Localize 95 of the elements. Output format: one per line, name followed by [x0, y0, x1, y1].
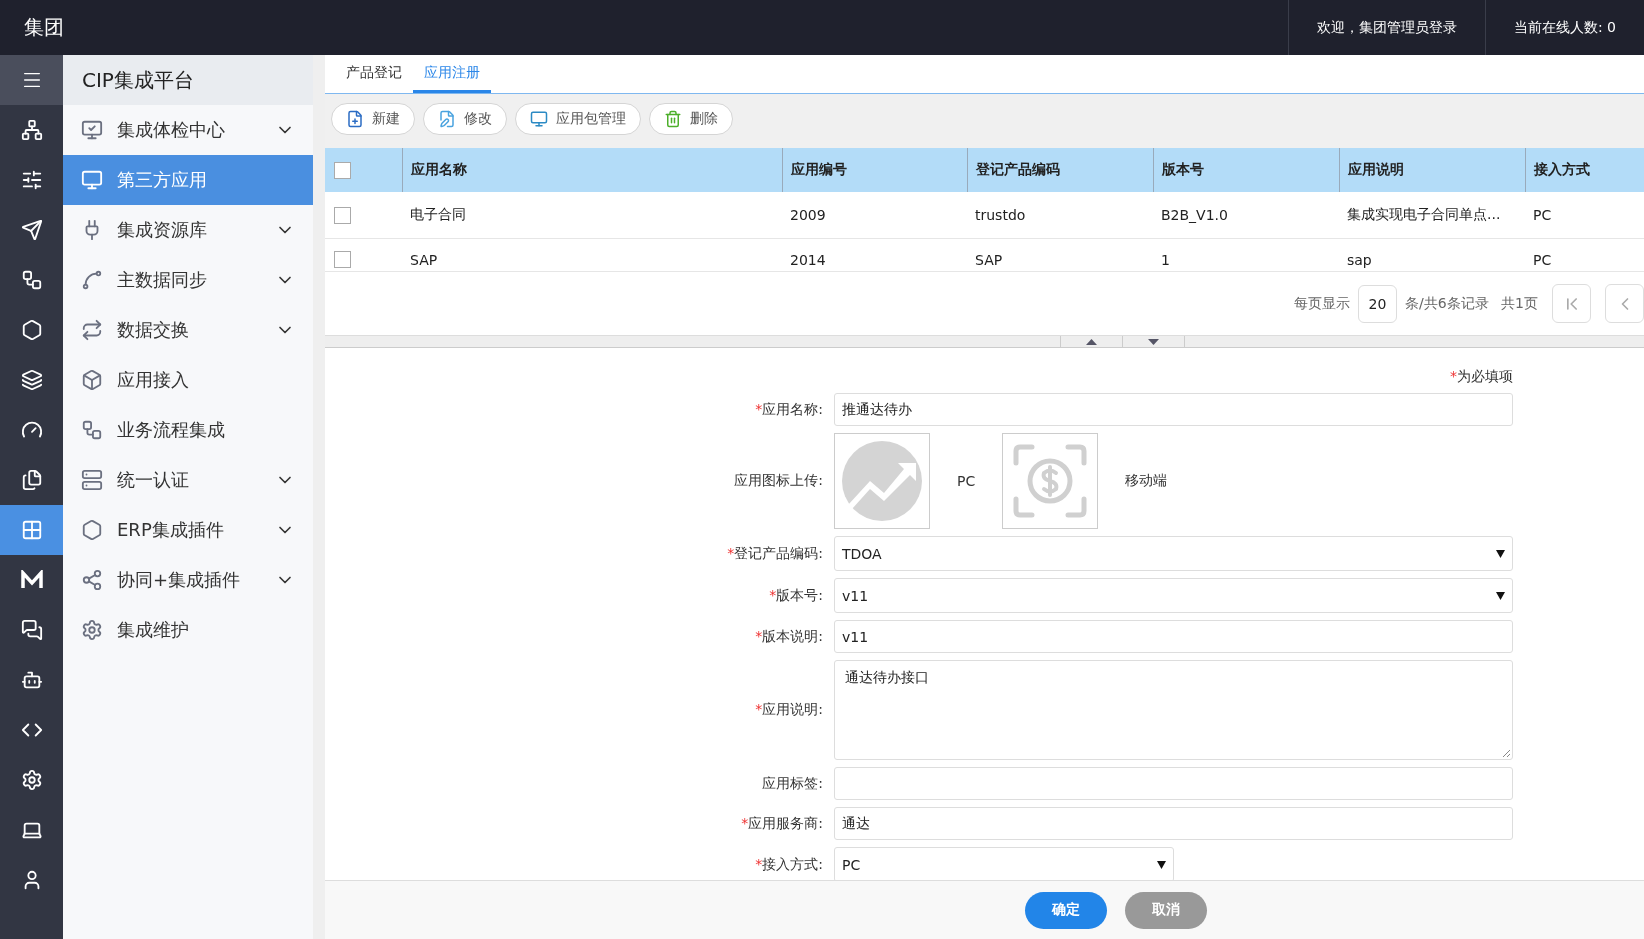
table-cell: B2B_V1.0 — [1153, 192, 1339, 239]
toolbar-button[interactable]: 修改 — [423, 102, 507, 135]
table-cell: 集成实现电子合同单点... — [1339, 192, 1525, 239]
triangle-down-icon — [1148, 339, 1159, 345]
text-field[interactable]: 推通达待办 — [834, 393, 1513, 426]
upload-thumbnail[interactable] — [834, 433, 930, 529]
text-field[interactable] — [834, 767, 1513, 800]
toolbar-button[interactable]: 删除 — [649, 102, 733, 135]
sidebar-item[interactable]: 协同+集成插件 — [63, 555, 313, 605]
grid-icon — [20, 519, 43, 541]
table-cell: SAP — [402, 239, 782, 272]
sidebar-item[interactable]: 统一认证 — [63, 455, 313, 505]
robot-icon — [20, 669, 43, 691]
toolbar-button[interactable]: 应用包管理 — [515, 102, 641, 135]
tab[interactable]: 产品登记 — [335, 64, 413, 93]
dropdown-icon — [1496, 591, 1505, 600]
field-label: *应用名称: — [754, 400, 823, 419]
page-size-field[interactable]: 20 — [1358, 284, 1397, 323]
monitor-icon — [81, 169, 103, 191]
sidebar-item[interactable]: 业务流程集成 — [63, 405, 313, 455]
checkbox[interactable] — [334, 161, 351, 179]
table-cell: SAP — [967, 239, 1153, 272]
upload-caption: PC — [956, 473, 977, 489]
column-header: 应用名称 — [402, 148, 782, 192]
repeat-icon — [81, 319, 103, 341]
send-icon — [20, 219, 43, 241]
textarea-field[interactable]: 通达待办接口 — [834, 660, 1513, 760]
table-cell: 电子合同 — [402, 192, 782, 239]
dropdown-icon — [1496, 549, 1505, 558]
triangle-up-icon — [1086, 339, 1097, 345]
sidebar-item[interactable]: 集成资源库 — [63, 205, 313, 255]
confirm-button[interactable]: 确定 — [1025, 891, 1107, 929]
table-cell: trustdo — [967, 192, 1153, 239]
chat-icon — [20, 619, 43, 641]
page-count: 共1页 — [1500, 294, 1538, 313]
column-header: 版本号 — [1153, 148, 1339, 192]
column-header: 登记产品编码 — [967, 148, 1153, 192]
sidebar-item[interactable]: 数据交换 — [63, 305, 313, 355]
monitor-check-icon — [81, 119, 103, 141]
workflow-icon — [20, 269, 43, 291]
sidebar-item[interactable]: ERP集成插件 — [63, 505, 313, 555]
text-field[interactable]: 通达 — [834, 807, 1513, 840]
layers-icon — [20, 369, 43, 391]
sidebar-item[interactable]: 集成维护 — [63, 605, 313, 655]
sidebar-title: CIP集成平台 — [63, 55, 313, 105]
table-cell: 2014 — [782, 239, 967, 272]
field-label: 应用图标上传: — [733, 472, 823, 490]
sidebar-item[interactable]: 集成体检中心 — [63, 105, 313, 155]
field-label: *接入方式: — [754, 855, 823, 874]
trash-icon — [664, 109, 682, 128]
checkbox[interactable] — [334, 251, 351, 268]
sliders-icon — [20, 169, 43, 191]
settings-icon — [20, 769, 43, 791]
line-chart-icon — [81, 269, 103, 291]
checkbox[interactable] — [334, 206, 351, 224]
hexagon-icon — [81, 519, 103, 541]
record-count: 条/共6条记录 — [1405, 294, 1489, 313]
field-label: 应用标签: — [761, 774, 823, 793]
workflow-icon — [81, 419, 103, 441]
column-header: 应用编号 — [782, 148, 967, 192]
toolbar-button[interactable]: 新建 — [331, 102, 415, 135]
table-cell: 2009 — [782, 192, 967, 239]
settings-icon — [81, 619, 103, 641]
table-cell: PC — [1525, 192, 1644, 239]
files-icon — [20, 469, 43, 491]
column-header: 接入方式 — [1525, 148, 1644, 192]
required-note: *为必填项 — [1449, 368, 1513, 386]
hexagon-icon — [20, 319, 43, 341]
select-field[interactable]: v11 — [834, 578, 1513, 613]
file-plus-icon — [346, 109, 364, 128]
app-title: 集团 — [23, 14, 65, 41]
file-edit-icon — [438, 109, 456, 128]
field-label: *版本说明: — [754, 627, 823, 646]
select-field[interactable]: TDOA — [834, 536, 1513, 571]
server-icon — [81, 469, 103, 491]
table-cell: PC — [1525, 239, 1644, 272]
per-page-label: 每页显示 — [1294, 294, 1350, 313]
resize-grip-icon — [1502, 749, 1510, 757]
upload-thumbnail[interactable] — [1002, 433, 1099, 529]
monitor-icon — [530, 109, 548, 128]
dropdown-icon — [1157, 860, 1166, 869]
sidebar-item[interactable]: 应用接入 — [63, 355, 313, 405]
box-icon — [81, 369, 103, 391]
sidebar-item[interactable]: 主数据同步 — [63, 255, 313, 305]
field-label: *应用说明: — [754, 701, 823, 719]
field-label: *登记产品编码: — [726, 544, 823, 563]
upload-caption: 移动端 — [1124, 472, 1169, 490]
hierarchy-icon — [20, 119, 43, 141]
field-label: *版本号: — [768, 586, 823, 605]
field-label: *应用服务商: — [740, 814, 823, 833]
share-icon — [81, 569, 103, 591]
column-header: 应用说明 — [1339, 148, 1525, 192]
text-field[interactable]: v11 — [834, 620, 1513, 653]
table-cell: sap — [1339, 239, 1525, 272]
table-cell: 1 — [1153, 239, 1339, 272]
